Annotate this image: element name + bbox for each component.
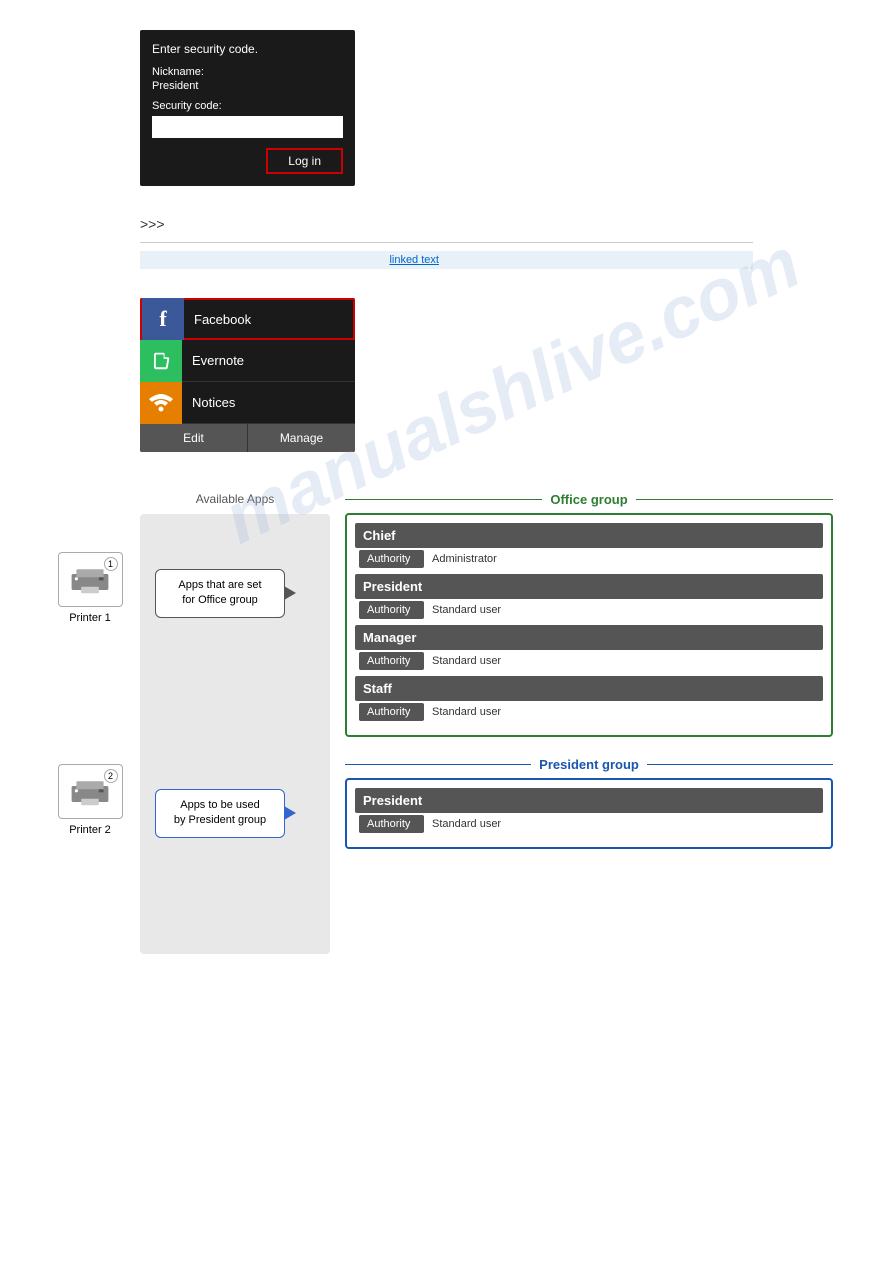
evernote-item[interactable]: Evernote <box>140 340 355 382</box>
security-dialog: Enter security code. Nickname: President… <box>140 30 355 186</box>
available-apps-column: Available Apps Apps that are setfor Offi… <box>140 492 330 954</box>
staff-authority-value: Standard user <box>432 706 501 718</box>
notices-label: Notices <box>182 395 235 410</box>
note-section: >>> linked text <box>0 206 893 278</box>
bubble-president-wrap: Apps to be usedby President group <box>155 789 285 838</box>
president-name-group: President <box>355 788 823 813</box>
note-link[interactable]: linked text <box>389 254 439 266</box>
printer-2-box: 2 Printer 2 <box>50 764 130 836</box>
apps-section: f Facebook Evernote <box>0 278 893 462</box>
president-authority-row-group: Authority Standard user <box>355 815 823 833</box>
bubble-office-text: Apps that are setfor Office group <box>178 579 261 606</box>
president-name-office: President <box>355 574 823 599</box>
edit-button[interactable]: Edit <box>140 424 248 452</box>
staff-member: Staff Authority Standard user <box>355 676 823 721</box>
manager-authority-label: Authority <box>359 652 424 670</box>
app-action-buttons: Edit Manage <box>140 424 355 452</box>
login-button[interactable]: Log in <box>266 148 343 174</box>
office-group-line-right <box>636 499 833 500</box>
chief-authority-row: Authority Administrator <box>355 550 823 568</box>
facebook-icon: f <box>142 298 184 340</box>
notices-icon <box>140 382 182 424</box>
printer-1-label: Printer 1 <box>69 612 111 624</box>
manager-name: Manager <box>355 625 823 650</box>
note-divider <box>140 242 753 243</box>
chief-authority-label: Authority <box>359 550 424 568</box>
president-member-office: President Authority Standard user <box>355 574 823 619</box>
staff-authority-label: Authority <box>359 703 424 721</box>
printers-column: 1 Printer 1 2 <box>50 492 130 836</box>
office-group: Office group Chief Authority Administrat… <box>345 492 833 737</box>
printer-2-label: Printer 2 <box>69 824 111 836</box>
office-group-title: Office group <box>542 492 635 507</box>
staff-authority-row: Authority Standard user <box>355 703 823 721</box>
printer-2-num: 2 <box>104 769 118 783</box>
bubble-president: Apps to be usedby President group <box>155 789 285 838</box>
diagram-section: 1 Printer 1 2 <box>0 462 893 984</box>
office-group-line-left <box>345 499 542 500</box>
office-group-box: Chief Authority Administrator President … <box>345 513 833 737</box>
top-section: Enter security code. Nickname: President… <box>0 0 893 206</box>
chief-member: Chief Authority Administrator <box>355 523 823 568</box>
staff-name: Staff <box>355 676 823 701</box>
facebook-item[interactable]: f Facebook <box>140 298 355 340</box>
president-authority-label-office: Authority <box>359 601 424 619</box>
bubble-office-arrow <box>284 586 296 600</box>
manager-authority-value: Standard user <box>432 655 501 667</box>
dialog-title: Enter security code. <box>152 42 343 56</box>
evernote-icon <box>140 340 182 382</box>
available-apps-box: Apps that are setfor Office group Apps t… <box>140 514 330 954</box>
chief-authority-value: Administrator <box>432 553 497 565</box>
office-group-header: Office group <box>345 492 833 507</box>
apps-panel: f Facebook Evernote <box>140 298 355 452</box>
printer-1-num: 1 <box>104 557 118 571</box>
printer-1-box: 1 Printer 1 <box>50 552 130 624</box>
president-group-title: President group <box>531 757 647 772</box>
president-group-box: President Authority Standard user <box>345 778 833 849</box>
security-code-input[interactable] <box>152 116 343 138</box>
nickname-label: Nickname: <box>152 66 343 78</box>
president-member-group: President Authority Standard user <box>355 788 823 833</box>
president-authority-value-office: Standard user <box>432 604 501 616</box>
code-label: Security code: <box>152 100 343 112</box>
president-group-line-left <box>345 764 531 765</box>
chief-name: Chief <box>355 523 823 548</box>
note-content <box>148 254 389 266</box>
president-group-line-right <box>647 764 833 765</box>
bubble-president-text: Apps to be usedby President group <box>174 799 266 826</box>
president-group-header: President group <box>345 757 833 772</box>
manage-button[interactable]: Manage <box>248 424 355 452</box>
note-arrow: >>> <box>140 216 165 232</box>
nickname-value: President <box>152 80 343 92</box>
manager-member: Manager Authority Standard user <box>355 625 823 670</box>
available-apps-label: Available Apps <box>140 492 330 506</box>
manager-authority-row: Authority Standard user <box>355 652 823 670</box>
bubble-office: Apps that are setfor Office group <box>155 569 285 618</box>
note-text-line: linked text <box>140 251 753 269</box>
president-authority-label-group: Authority <box>359 815 424 833</box>
president-authority-value-group: Standard user <box>432 818 501 830</box>
printer-2-icon: 2 <box>58 764 123 819</box>
president-group: President group President Authority Stan… <box>345 757 833 849</box>
groups-column: Office group Chief Authority Administrat… <box>345 492 833 869</box>
bubble-office-wrap: Apps that are setfor Office group <box>155 569 285 618</box>
printer-1-icon: 1 <box>58 552 123 607</box>
evernote-label: Evernote <box>182 353 244 368</box>
president-authority-row-office: Authority Standard user <box>355 601 823 619</box>
facebook-label: Facebook <box>184 312 251 327</box>
bubble-president-arrow <box>284 806 296 820</box>
notices-item[interactable]: Notices <box>140 382 355 424</box>
